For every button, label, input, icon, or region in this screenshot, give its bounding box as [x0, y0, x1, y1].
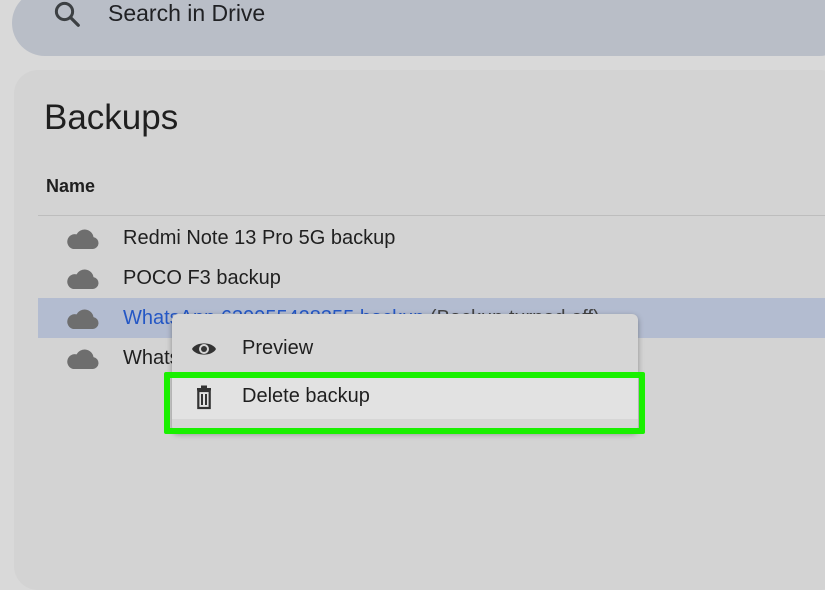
backup-row[interactable]: Redmi Note 13 Pro 5G backup — [38, 218, 825, 258]
backup-name: POCO F3 backup — [123, 267, 281, 289]
backup-name: Redmi Note 13 Pro 5G backup — [123, 227, 396, 249]
menu-item-label: Delete backup — [242, 385, 370, 407]
menu-item-label: Preview — [242, 337, 314, 359]
search-icon[interactable] — [52, 0, 82, 29]
menu-item-delete-backup[interactable]: Delete backup — [172, 375, 638, 419]
backup-row[interactable]: POCO F3 backup — [38, 258, 825, 298]
column-header-name[interactable]: Name — [46, 176, 95, 197]
search-bar[interactable]: Search in Drive — [12, 0, 825, 56]
trash-icon — [197, 385, 211, 410]
cloud-icon — [67, 229, 99, 249]
context-menu: Preview Delete backup — [172, 314, 638, 432]
menu-item-preview[interactable]: Preview — [172, 327, 638, 371]
cloud-icon — [67, 309, 99, 329]
header-divider — [38, 215, 825, 216]
cloud-icon — [67, 269, 99, 289]
cloud-icon — [67, 349, 99, 369]
eye-icon — [192, 343, 216, 355]
page-title: Backups — [44, 98, 179, 137]
search-input[interactable]: Search in Drive — [108, 0, 265, 27]
